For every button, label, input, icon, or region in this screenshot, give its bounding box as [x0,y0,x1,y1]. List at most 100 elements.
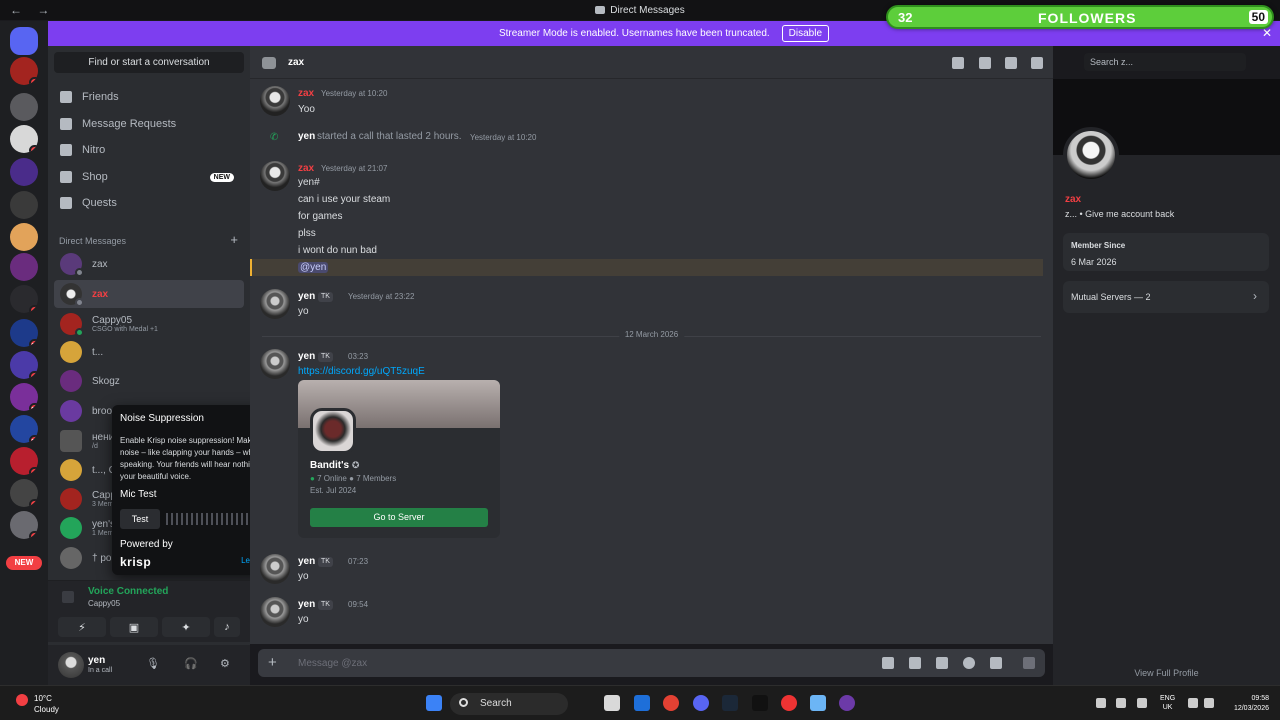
clan-tag[interactable]: TK [318,557,333,567]
disable-streamer-button[interactable]: Disable [781,25,830,42]
server-icon[interactable]: 1 [10,511,38,539]
invite-link[interactable]: https://discord.gg/uQT5zuqE [298,366,425,377]
message-author[interactable]: yen [298,291,315,302]
server-icon[interactable]: 4 [10,351,38,379]
go-to-server-button[interactable]: Go to Server [310,508,488,527]
view-full-profile-link[interactable]: View Full Profile [1053,668,1280,678]
clan-tag[interactable]: TK [318,352,333,362]
avatar[interactable] [260,597,290,627]
dm-item[interactable]: zax [54,250,244,278]
nav-shop[interactable]: Shop NEW [54,165,244,189]
wifi-icon[interactable] [1188,698,1198,708]
signal-icon[interactable] [62,591,74,603]
server-icon[interactable]: 1 [10,479,38,507]
nav-friends[interactable]: Friends [54,85,244,109]
discord-taskbar-icon[interactable] [693,695,709,711]
message-author[interactable]: zax [298,88,314,99]
search-icon [459,698,468,707]
avatar[interactable] [260,86,290,116]
message-author[interactable]: zax [298,163,314,174]
server-icon[interactable]: 1 [10,125,38,153]
nav-quests[interactable]: Quests [54,191,244,215]
app-icon[interactable] [839,695,855,711]
server-icon[interactable]: 3 [10,285,38,313]
language-indicator[interactable]: ENG UK [1160,694,1175,712]
video-icon[interactable] [979,57,991,69]
dm-item-active[interactable]: zax [54,280,244,308]
message-author[interactable]: yen [298,599,315,610]
task-view-icon[interactable] [604,695,620,711]
gif-icon[interactable] [909,657,921,669]
store-icon[interactable] [634,695,650,711]
server-icon[interactable]: 35 [10,415,38,443]
search-input[interactable]: Search z... [1084,53,1246,71]
verified-icon: ✪ [351,460,360,470]
mutual-servers-card[interactable]: Mutual Servers — 2 › [1063,281,1269,313]
avatar[interactable] [260,349,290,379]
avatar[interactable] [260,289,290,319]
taskbar-search[interactable]: Search [450,693,568,715]
online-dot: ● [310,474,315,483]
server-icon[interactable] [10,158,38,186]
activities-button[interactable]: ✦ [162,617,210,637]
tray-icon[interactable] [1116,698,1126,708]
avatar[interactable] [260,161,290,191]
gift-icon[interactable] [882,657,894,669]
noise-suppression-button[interactable]: ⚡ [58,617,106,637]
microphone-icon[interactable] [1137,698,1147,708]
add-friend-icon[interactable] [1031,57,1043,69]
pin-icon[interactable] [1005,57,1017,69]
avatar[interactable] [58,652,84,678]
create-dm-button[interactable]: + [230,232,238,247]
server-icon[interactable] [10,191,38,219]
server-icon[interactable]: 23 [10,383,38,411]
profile-avatar[interactable] [1063,127,1119,183]
chrome-icon[interactable] [663,695,679,711]
gear-icon[interactable]: ⚙ [220,657,230,670]
message-input[interactable]: + Message @zax [258,649,1045,677]
new-servers-badge[interactable]: NEW [6,556,42,570]
volume-icon[interactable] [1204,698,1214,708]
avatar[interactable] [260,554,290,584]
clock[interactable]: 09:58 12/03/2026 [1225,694,1269,714]
soundboard-button[interactable]: ♪ [214,617,240,637]
sticker-icon[interactable] [936,657,948,669]
microphone-icon[interactable]: 🎙 [146,657,160,670]
mic-test-button[interactable]: Test [120,509,160,529]
user-mention[interactable]: @yen [298,262,329,273]
server-icon[interactable]: 1 [10,57,38,85]
call-icon[interactable] [952,57,964,69]
clan-tag[interactable]: TK [318,292,333,302]
send-icon[interactable] [1023,657,1035,669]
emoji-icon[interactable] [963,657,975,669]
app-icon[interactable] [810,695,826,711]
start-icon[interactable] [426,695,442,711]
weather-widget[interactable]: 10°C Cloudy [34,693,59,715]
app-icon[interactable] [752,695,768,711]
server-icon[interactable] [10,223,38,251]
find-conversation-button[interactable]: Find or start a conversation [54,52,244,73]
server-icon[interactable]: 8 [10,447,38,475]
server-icon[interactable] [10,253,38,281]
dm-item[interactable]: Skogz [54,367,244,395]
nav-nitro[interactable]: Nitro [54,138,244,162]
chevron-up-icon[interactable] [1096,698,1106,708]
screen-share-button[interactable]: ▣ [110,617,158,637]
headphones-icon[interactable]: 🎧 [184,657,198,670]
attach-plus-icon[interactable]: + [268,654,277,671]
apps-icon[interactable] [990,657,1002,669]
server-icon[interactable]: 12 [10,319,38,347]
voice-channel[interactable]: Cappy05 [88,599,120,608]
system-author[interactable]: yen [298,131,315,142]
discord-home-icon[interactable] [10,27,38,55]
nav-message-requests[interactable]: Message Requests [54,112,244,136]
server-icon[interactable] [10,93,38,121]
message-author[interactable]: yen [298,351,315,362]
dm-item[interactable]: Cappy05 CSGO with Medal +1 [54,310,244,338]
weather-icon[interactable] [16,694,28,706]
recorder-icon[interactable] [781,695,797,711]
message-author[interactable]: yen [298,556,315,567]
clan-tag[interactable]: TK [318,600,333,610]
dm-item[interactable]: t... [54,338,244,366]
steam-icon[interactable] [722,695,738,711]
